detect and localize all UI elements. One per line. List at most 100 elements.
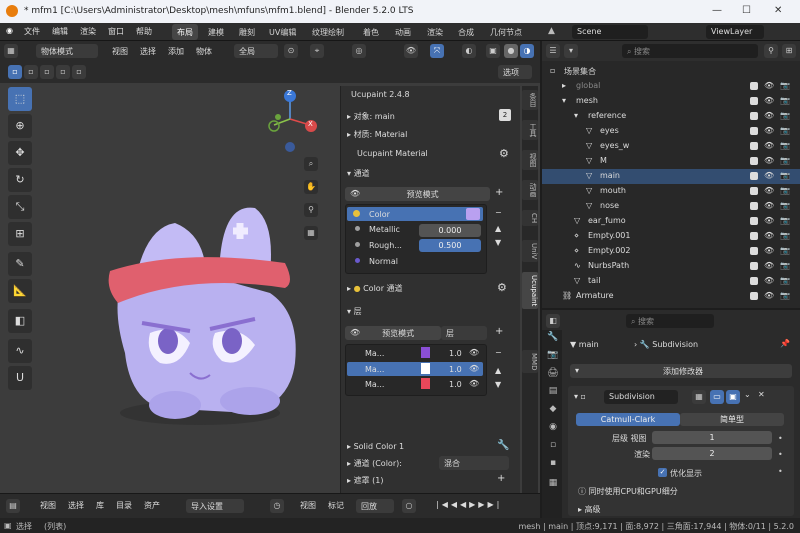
navigation-gizmo[interactable] bbox=[264, 89, 324, 153]
eye-icon[interactable]: 👁 bbox=[764, 291, 774, 300]
pin-icon[interactable]: 📌 bbox=[780, 339, 790, 348]
uv-tool-icon[interactable]: U bbox=[8, 366, 32, 390]
tab-rendering[interactable]: 渲染 bbox=[422, 24, 448, 40]
camera-icon[interactable]: ⚲ bbox=[304, 203, 318, 217]
rotate-tool-icon[interactable]: ↻ bbox=[8, 168, 32, 192]
eye-icon[interactable]: 👁 bbox=[764, 186, 774, 195]
import-settings-dropdown[interactable]: 导入设置 bbox=[186, 499, 244, 513]
camera-icon[interactable]: 📷 bbox=[780, 261, 790, 270]
select-box-mode-icon[interactable]: ▫ bbox=[8, 65, 22, 79]
camera-icon[interactable]: 📷 bbox=[780, 171, 790, 180]
eye-icon[interactable]: 👁 bbox=[764, 246, 774, 255]
tab-ucupaint[interactable]: Ucupaint bbox=[522, 272, 538, 310]
scene-selector[interactable]: Scene bbox=[572, 25, 648, 39]
eye-icon[interactable]: 👁 bbox=[469, 364, 479, 373]
editor-type-icon[interactable]: ◧ bbox=[546, 314, 560, 328]
channel-row-color[interactable] bbox=[347, 207, 483, 221]
camera-icon[interactable]: 📷 bbox=[780, 81, 790, 90]
view-menu[interactable]: 视图 bbox=[112, 46, 128, 57]
output-icon[interactable]: 🖨 bbox=[546, 368, 560, 382]
pan-hand-icon[interactable]: ✋ bbox=[304, 180, 318, 194]
visibility-icon[interactable]: 👁 bbox=[404, 44, 418, 58]
tab-view[interactable]: 视图 bbox=[522, 150, 538, 170]
curve-tool-icon[interactable]: ∿ bbox=[8, 339, 32, 363]
outliner-row[interactable]: ▸ global 👁 📷 bbox=[542, 79, 800, 94]
layer-remove-icon[interactable]: − bbox=[495, 348, 502, 357]
exclude-checkbox[interactable] bbox=[750, 232, 758, 240]
keyframe-dot-icon[interactable]: • bbox=[778, 450, 783, 459]
exclude-checkbox[interactable] bbox=[750, 142, 758, 150]
eye-icon[interactable]: 👁 bbox=[764, 276, 774, 285]
add-layer-icon[interactable]: + bbox=[495, 326, 503, 337]
collection-icon[interactable]: ▫ bbox=[546, 440, 560, 454]
layer-opacity[interactable]: 1.0 bbox=[449, 349, 462, 358]
minimize-icon[interactable]: — bbox=[712, 5, 722, 16]
eye-icon[interactable]: 👁 bbox=[764, 201, 774, 210]
exclude-checkbox[interactable] bbox=[750, 217, 758, 225]
view-layer-icon[interactable]: ▤ bbox=[546, 386, 560, 400]
menu-assets[interactable]: 资产 bbox=[144, 500, 160, 511]
viewport-display-icon[interactable]: ▭ bbox=[710, 390, 724, 404]
layer-name[interactable]: Ma... bbox=[365, 365, 384, 374]
outliner-row[interactable]: ⛓ Armature 👁 📷 bbox=[542, 289, 800, 304]
transform-tool-icon[interactable]: ⊞ bbox=[8, 222, 32, 246]
proportional-icon[interactable]: ◎ bbox=[352, 44, 366, 58]
annotate-tool-icon[interactable]: ✎ bbox=[8, 252, 32, 276]
filter-funnel-icon[interactable]: ⚲ bbox=[764, 44, 778, 58]
exclude-checkbox[interactable] bbox=[750, 97, 758, 105]
wrench-icon[interactable]: 🔧 bbox=[497, 440, 509, 451]
camera-icon[interactable]: 📷 bbox=[780, 291, 790, 300]
exclude-checkbox[interactable] bbox=[750, 202, 758, 210]
camera-icon[interactable]: 📷 bbox=[780, 201, 790, 210]
zoom-icon[interactable]: ⌕ bbox=[304, 157, 318, 171]
camera-icon[interactable]: 📷 bbox=[780, 216, 790, 225]
tool-settings-icon[interactable]: 🔧 bbox=[546, 332, 560, 346]
menu-edit[interactable]: 编辑 bbox=[52, 26, 68, 37]
new-collection-icon[interactable]: ⊞ bbox=[782, 44, 796, 58]
tab-tool[interactable]: 工具 bbox=[522, 120, 538, 140]
object-menu[interactable]: 物体 bbox=[196, 46, 212, 57]
add-menu[interactable]: 添加 bbox=[168, 46, 184, 57]
clock-icon[interactable]: ◷ bbox=[270, 499, 284, 513]
eye-icon[interactable]: 👁 bbox=[764, 216, 774, 225]
tab-geometry-nodes[interactable]: 几何节点 bbox=[485, 24, 527, 40]
outliner-search[interactable]: ⌕ 搜索 bbox=[622, 44, 758, 58]
catmull-clark-button[interactable]: Catmull-Clark bbox=[576, 413, 680, 426]
eye-icon[interactable]: 👁 bbox=[764, 261, 774, 270]
outliner-row[interactable]: ⋄ Empty.001 👁 📷 bbox=[542, 229, 800, 244]
playback-controls[interactable]: |◀◀◀▶▶▶| bbox=[436, 500, 502, 509]
metallic-field[interactable]: 0.000 bbox=[419, 224, 481, 237]
eye-icon[interactable]: 👁 bbox=[764, 126, 774, 135]
close-modifier-icon[interactable]: ✕ bbox=[758, 390, 765, 399]
advanced-section[interactable]: ▸ 高级 bbox=[578, 504, 601, 515]
select-menu[interactable]: 选择 bbox=[140, 46, 156, 57]
menu-view2[interactable]: 视图 bbox=[300, 500, 316, 511]
roughness-field[interactable]: 0.500 bbox=[419, 239, 481, 252]
eye-icon[interactable]: 👁 bbox=[764, 96, 774, 105]
properties-search[interactable]: ⌕ 搜索 bbox=[626, 314, 714, 328]
tab-uv-editing[interactable]: UV编辑 bbox=[264, 24, 301, 40]
mask-row[interactable]: ▸ 遮罩 (1) bbox=[347, 475, 383, 486]
layer-dropdown[interactable]: 层 bbox=[441, 326, 487, 340]
measure-tool-icon[interactable]: 📐 bbox=[8, 279, 32, 303]
render-display-icon[interactable]: ▣ bbox=[726, 390, 740, 404]
tab-layout[interactable]: 布局 bbox=[172, 24, 198, 40]
add-modifier-button[interactable]: ▾ 添加修改器 bbox=[570, 364, 792, 378]
texture-icon[interactable]: ▦ bbox=[546, 478, 560, 492]
menu-file[interactable]: 文件 bbox=[24, 26, 40, 37]
object-icon[interactable]: ▪ bbox=[546, 458, 560, 472]
move-up-icon[interactable]: ▲ bbox=[495, 224, 501, 233]
view-layer-selector[interactable]: ViewLayer bbox=[706, 25, 764, 39]
object-row[interactable]: ▸ 对象: main bbox=[347, 111, 395, 122]
tab-animation[interactable]: 动画 bbox=[390, 24, 416, 40]
outliner-row[interactable]: ▽ eyes 👁 📷 bbox=[542, 124, 800, 139]
camera-icon[interactable]: 📷 bbox=[780, 276, 790, 285]
layer-preview-button[interactable]: 👁 预览模式 bbox=[345, 326, 441, 340]
tab-univ[interactable]: UniV bbox=[522, 240, 538, 263]
blender-menu-icon[interactable]: ◉ bbox=[6, 26, 13, 35]
preview-mode-button[interactable]: 👁 预览模式 bbox=[345, 187, 490, 201]
tab-texture-paint[interactable]: 纹理绘制 bbox=[307, 24, 349, 40]
material-shading-icon[interactable]: ◑ bbox=[520, 44, 534, 58]
cursor-tool-icon[interactable]: ⊕ bbox=[8, 114, 32, 138]
editor-type-icon[interactable]: ▦ bbox=[4, 44, 18, 58]
